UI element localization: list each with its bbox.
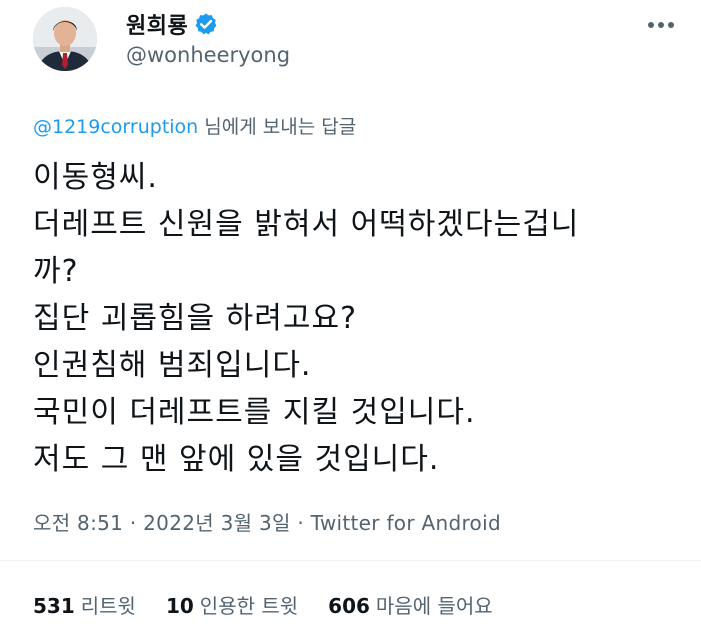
quotes-stat[interactable]: 10 인용한 트윗 <box>166 590 298 619</box>
tweet-text-line: 이동형씨. <box>33 160 158 195</box>
likes-count: 606 <box>328 594 370 618</box>
tweet-text-line: 까? <box>33 254 79 289</box>
likes-stat[interactable]: 606 마음에 들어요 <box>328 590 493 619</box>
tweet-card: 원희룡 @wonheeryong @1219corruption 님에게 보내는… <box>0 0 701 636</box>
tweet-text: 이동형씨. 더레프트 신원을 밝혀서 어떡하겠다는겁니 까? 집단 괴롭힘을 하… <box>33 154 673 483</box>
tweet-timestamp[interactable]: 오전 8:51 · 2022년 3월 3일 · Twitter for Andr… <box>33 507 501 536</box>
user-handle[interactable]: @wonheeryong <box>126 43 290 67</box>
reply-context: @1219corruption 님에게 보내는 답글 <box>33 112 356 139</box>
retweets-count: 531 <box>33 594 75 618</box>
retweets-label: 리트윗 <box>80 594 136 618</box>
verified-badge-icon <box>194 12 218 36</box>
tweet-text-line: 인권침해 범죄입니다. <box>33 348 312 383</box>
display-name[interactable]: 원희룡 <box>126 8 188 40</box>
tweet-text-line: 국민이 더레프트를 지킬 것입니다. <box>33 395 476 430</box>
tweet-text-line: 저도 그 맨 앞에 있을 것입니다. <box>33 442 440 477</box>
quotes-label: 인용한 트윗 <box>199 594 299 618</box>
retweets-stat[interactable]: 531 리트윗 <box>33 590 136 619</box>
more-options-icon[interactable] <box>646 16 676 28</box>
profile-photo-icon <box>33 7 97 71</box>
reply-mention-link[interactable]: @1219corruption <box>33 116 198 138</box>
divider <box>0 560 701 561</box>
tweet-stats: 531 리트윗 10 인용한 트윗 606 마음에 들어요 <box>33 590 493 619</box>
reply-label: 님에게 보내는 답글 <box>198 116 357 138</box>
likes-label: 마음에 들어요 <box>375 594 493 618</box>
tweet-text-line: 집단 괴롭힘을 하려고요? <box>33 301 357 336</box>
tweet-text-line: 더레프트 신원을 밝혀서 어떡하겠다는겁니 <box>33 207 580 242</box>
quotes-count: 10 <box>165 594 194 618</box>
avatar[interactable] <box>33 7 97 71</box>
display-name-row: 원희룡 <box>126 8 218 40</box>
